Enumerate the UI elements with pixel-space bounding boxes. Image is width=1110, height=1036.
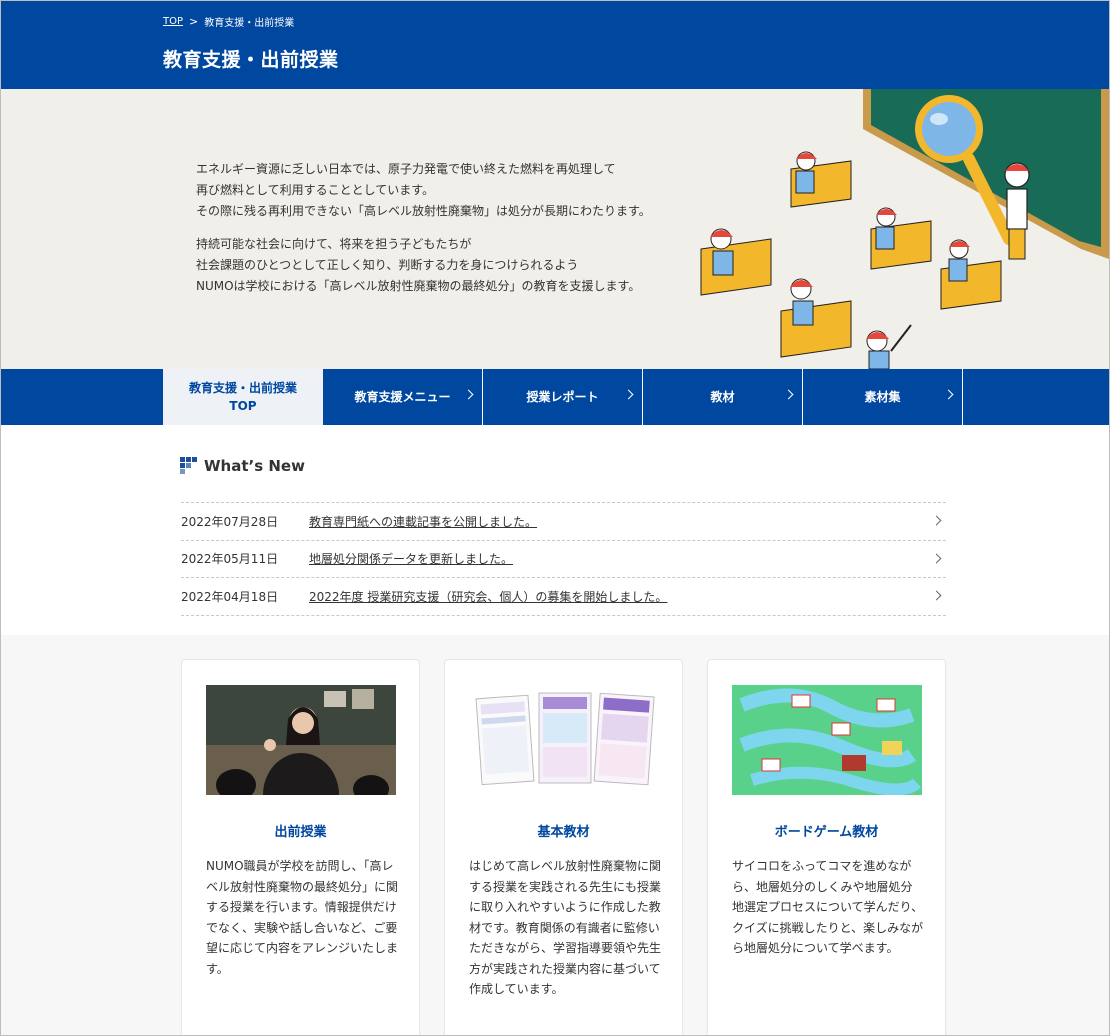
news-item[interactable]: 2022年05月11日 地層処分関係データを更新しました。 [181, 541, 946, 578]
student-desk-3 [940, 239, 1002, 310]
news-date: 2022年05月11日 [181, 552, 279, 567]
chevron-right-icon [931, 515, 942, 526]
card-description: はじめて高レベル放射性廃棄物に関する授業を実践される先生にも授業に取り入れやすい… [469, 859, 662, 996]
nav-item-label: 教育支援・出前授業 TOP [189, 379, 297, 415]
news-item[interactable]: 2022年04月18日 2022年度 授業研究支援（研究会、個人）の募集を開始し… [181, 578, 946, 616]
news-title-link[interactable]: 地層処分関係データを更新しました。 [309, 550, 513, 567]
page-frame: TOP > 教育支援・出前授業 教育支援・出前授業 エネルギー資源に乏しい日本で… [0, 0, 1110, 1036]
nav-item-label-line2: TOP [229, 399, 257, 413]
section-nav-items: 教育支援・出前授業 TOP 教育支援メニュー 授業レポート 教材 素材集 [163, 369, 963, 425]
card-title: 出前授業 [274, 825, 327, 840]
hero-paragraph-2: 持続可能な社会に向けて、将来を担う子どもたちが 社会課題のひとつとして正しく知り… [196, 234, 651, 297]
nav-item-materials[interactable]: 教材 [643, 369, 803, 425]
whats-new-title: What’s New [204, 457, 305, 475]
breadcrumb-top-link[interactable]: TOP [163, 16, 183, 27]
nav-item-label: 教材 [710, 390, 735, 404]
news-date: 2022年04月18日 [181, 589, 279, 604]
news-title-link[interactable]: 2022年度 授業研究支援（研究会、個人）の募集を開始しました。 [309, 588, 667, 605]
grid-squares-icon [180, 457, 198, 475]
nav-item-support-menu[interactable]: 教育支援メニュー [323, 369, 483, 425]
breadcrumb-separator-icon: > [189, 15, 199, 28]
classroom-photo-image [206, 685, 396, 795]
chevron-right-icon [783, 389, 794, 400]
breadcrumb: TOP > 教育支援・出前授業 [163, 14, 294, 29]
teaching-material-leaflets-image [469, 685, 659, 795]
page-title: 教育支援・出前授業 [163, 49, 339, 71]
student-desk-4 [700, 228, 772, 296]
hero-line: その際に残る再利用できない「高レベル放射性廃棄物」は処分が長期にわたります。 [196, 204, 651, 218]
hero-paragraph-1: エネルギー資源に乏しい日本では、原子力発電で使い終えた燃料を再処理して 再び燃料… [196, 159, 651, 222]
student-desk-2 [870, 207, 932, 270]
hero-line: 持続可能な社会に向けて、将来を担う子どもたちが [196, 237, 472, 251]
whats-new-section: What’s New 2022年07月28日 教育専門紙への連載記事を公開しまし… [1, 425, 1109, 635]
card-board-game[interactable]: ボードゲーム教材 サイコロをふってコマを進めながら、地層処分のしくみや地層処分地… [707, 659, 946, 1035]
hero-line: 再び燃料として利用することとしています。 [196, 183, 435, 197]
section-nav: 教育支援・出前授業 TOP 教育支援メニュー 授業レポート 教材 素材集 [1, 369, 1109, 425]
hero-text: エネルギー資源に乏しい日本では、原子力発電で使い終えた燃料を再処理して 再び燃料… [196, 159, 651, 309]
hero-line: NUMOは学校における「高レベル放射性廃棄物の最終処分」の教育を支援します。 [196, 279, 641, 293]
hero-line: エネルギー資源に乏しい日本では、原子力発電で使い終えた燃料を再処理して [196, 162, 616, 176]
student-desk-1 [790, 151, 852, 208]
page-header: TOP > 教育支援・出前授業 教育支援・出前授業 [1, 1, 1109, 89]
chevron-right-icon [931, 590, 942, 601]
breadcrumb-current: 教育支援・出前授業 [204, 18, 295, 29]
nav-item-label: 授業レポート [526, 390, 599, 404]
chevron-right-icon [943, 389, 954, 400]
student-desk-6 [866, 324, 912, 369]
news-title-link[interactable]: 教育専門紙への連載記事を公開しました。 [309, 513, 537, 530]
card-title: 基本教材 [537, 825, 590, 840]
nav-item-class-report[interactable]: 授業レポート [483, 369, 643, 425]
whats-new-heading: What’s New [180, 457, 305, 475]
hero-section: エネルギー資源に乏しい日本では、原子力発電で使い終えた燃料を再処理して 再び燃料… [1, 89, 1109, 369]
student-desk-5 [780, 278, 852, 358]
classroom-illustration [700, 89, 1109, 369]
nav-item-education-top[interactable]: 教育支援・出前授業 TOP [163, 369, 323, 425]
chevron-right-icon [931, 553, 942, 563]
card-visiting-class[interactable]: 出前授業 NUMO職員が学校を訪問し、「高レベル放射性廃棄物の最終処分」に関する… [181, 659, 420, 1035]
nav-item-assets[interactable]: 素材集 [803, 369, 963, 425]
news-date: 2022年07月28日 [181, 514, 279, 529]
chevron-right-icon [463, 389, 474, 400]
board-game-image [732, 685, 922, 795]
chevron-right-icon [623, 389, 634, 400]
news-item[interactable]: 2022年07月28日 教育専門紙への連載記事を公開しました。 [181, 503, 946, 541]
nav-item-label: 素材集 [864, 390, 901, 404]
card-description: サイコロをふってコマを進めながら、地層処分のしくみや地層処分地選定プロセスについ… [732, 859, 924, 955]
hero-line: 社会課題のひとつとして正しく知り、判断する力を身につけられるよう [196, 258, 579, 272]
nav-item-label-line1: 教育支援・出前授業 [188, 381, 297, 395]
nav-item-label: 教育支援メニュー [354, 390, 451, 404]
card-title: ボードゲーム教材 [774, 825, 879, 840]
card-basic-materials[interactable]: 基本教材 はじめて高レベル放射性廃棄物に関する授業を実践される先生にも授業に取り… [444, 659, 683, 1035]
news-list: 2022年07月28日 教育専門紙への連載記事を公開しました。 2022年05月… [181, 502, 946, 616]
card-description: NUMO職員が学校を訪問し、「高レベル放射性廃棄物の最終処分」に関する授業を行い… [206, 859, 399, 976]
program-cards-section: 出前授業 NUMO職員が学校を訪問し、「高レベル放射性廃棄物の最終処分」に関する… [1, 635, 1109, 1035]
